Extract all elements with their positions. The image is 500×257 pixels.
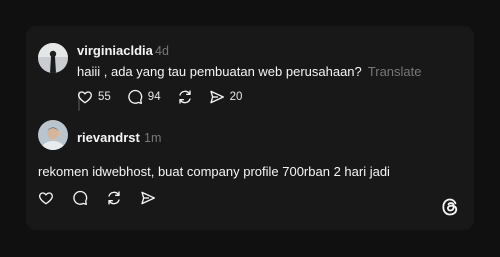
- reply-like-button[interactable]: [38, 190, 54, 206]
- threads-logo-icon[interactable]: [440, 197, 460, 222]
- avatar-virginiacldia[interactable]: [38, 43, 68, 73]
- threads-embed-card: virginiacldia 4d haiii , ada yang tau pe…: [26, 26, 474, 230]
- share-button[interactable]: 20: [209, 89, 243, 105]
- reply-timestamp: 1m: [144, 131, 162, 145]
- post-body: haiii , ada yang tau pembuatan web perus…: [77, 64, 362, 79]
- send-icon: [140, 190, 156, 206]
- like-count: 55: [98, 91, 111, 103]
- comment-count: 94: [147, 91, 161, 103]
- post-username[interactable]: virginiacldia: [77, 43, 153, 58]
- reply-username[interactable]: rievandrst: [77, 130, 140, 145]
- repost-icon: [177, 89, 193, 105]
- avatar-rievandrst[interactable]: [38, 120, 68, 150]
- comment-button[interactable]: 94: [127, 89, 161, 105]
- comment-icon: [127, 89, 143, 105]
- like-button[interactable]: 55: [77, 89, 111, 105]
- repost-button[interactable]: [177, 89, 193, 105]
- comment-icon: [72, 190, 88, 206]
- heart-icon: [38, 190, 54, 206]
- post-timestamp: 4d: [155, 44, 169, 58]
- reply-share-button[interactable]: [140, 190, 156, 206]
- reply-text: rekomen idwebhost, buat company profile …: [38, 164, 390, 179]
- send-icon: [209, 89, 225, 105]
- translate-link[interactable]: Translate: [368, 64, 422, 79]
- post-actions: 55 94 20: [77, 89, 242, 105]
- reply-repost-button[interactable]: [106, 190, 122, 206]
- repost-icon: [106, 190, 122, 206]
- heart-icon: [77, 89, 93, 105]
- reply-actions: [38, 190, 156, 206]
- post-text: haiii , ada yang tau pembuatan web perus…: [77, 64, 422, 79]
- share-count: 20: [229, 91, 243, 103]
- reply-comment-button[interactable]: [72, 190, 88, 206]
